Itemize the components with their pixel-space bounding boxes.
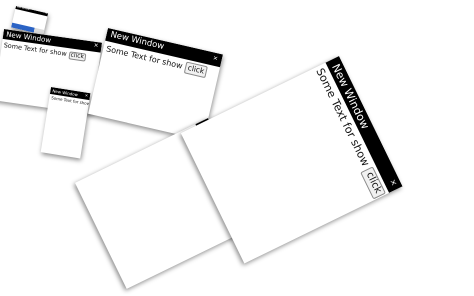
close-icon[interactable]: × bbox=[93, 42, 99, 50]
close-icon[interactable]: × bbox=[212, 54, 218, 62]
click-button[interactable]: click bbox=[183, 61, 209, 78]
click-button[interactable]: click bbox=[68, 51, 87, 62]
window-title: New Window bbox=[16, 6, 30, 12]
close-icon[interactable]: × bbox=[84, 92, 88, 97]
close-icon[interactable]: × bbox=[388, 178, 399, 188]
desktop: New Window × New Window × Some Text for … bbox=[0, 0, 474, 296]
close-icon[interactable]: × bbox=[45, 13, 47, 15]
window-titlebar[interactable]: New Window × bbox=[15, 6, 49, 17]
